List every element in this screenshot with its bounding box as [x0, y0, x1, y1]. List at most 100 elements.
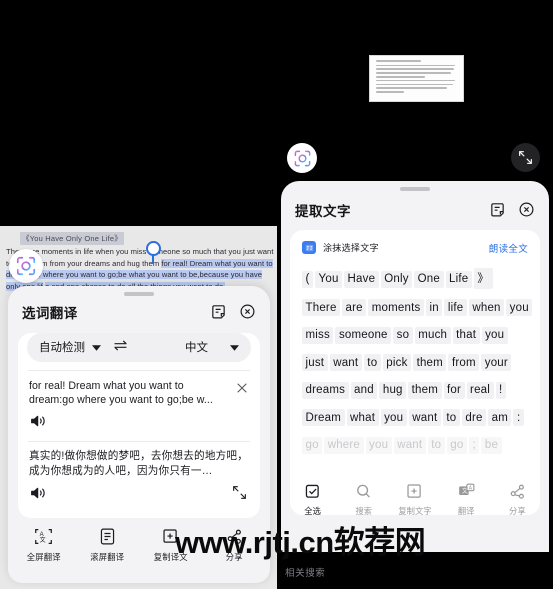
speaker-icon-source[interactable]	[30, 414, 249, 433]
ocr-line: Dream what you want to dre am:	[302, 408, 528, 426]
read-all-button[interactable]: 朗读全文	[489, 241, 528, 255]
ocr-word[interactable]: you	[380, 409, 407, 426]
ocr-word[interactable]: Dream	[302, 409, 345, 426]
edit-note-icon[interactable]	[210, 303, 227, 320]
ocr-word[interactable]: be	[481, 436, 502, 454]
expand-diagonal-icon[interactable]	[232, 485, 247, 505]
ocr-word[interactable]: :	[513, 409, 524, 426]
chevron-down-icon[interactable]	[92, 338, 101, 356]
smear-select-icon[interactable]	[302, 241, 316, 254]
tool-label: 全选	[304, 506, 321, 516]
ocr-word[interactable]: much	[414, 326, 451, 344]
tool-label: 翻译	[457, 506, 475, 516]
ocr-word[interactable]: that	[452, 326, 480, 344]
ocr-word[interactable]: Life	[445, 270, 472, 288]
svg-text:A: A	[40, 532, 45, 538]
ocr-word[interactable]: them	[413, 354, 447, 371]
edit-note-icon-right[interactable]	[489, 201, 506, 218]
ocr-word[interactable]: just	[302, 354, 328, 371]
related-search-label[interactable]: 相关搜索	[285, 565, 325, 579]
ocr-word[interactable]: pick	[382, 354, 412, 371]
tool-label: 搜索	[355, 506, 373, 516]
ocr-word[interactable]: your	[481, 354, 512, 371]
right-panel: 提取文字 涂抹选择文字 朗读全文 (You Have Only One Lif…	[277, 0, 553, 589]
ocr-word[interactable]: and	[350, 381, 378, 399]
ocr-word[interactable]: One	[414, 270, 444, 288]
extract-text-sheet: 提取文字 涂抹选择文字 朗读全文 (You Have Only One Lif…	[281, 181, 549, 552]
ocr-word[interactable]: There	[302, 299, 341, 316]
ocr-word[interactable]: ;	[468, 436, 480, 454]
ocr-word[interactable]: someone	[335, 326, 392, 344]
ocr-word[interactable]: moments	[368, 299, 424, 316]
close-circle-icon[interactable]	[239, 303, 256, 320]
ocr-word[interactable]: am	[488, 409, 512, 426]
ocr-word[interactable]: (	[302, 270, 314, 288]
lens-scan-icon-right[interactable]	[287, 143, 317, 173]
ocr-word[interactable]: miss	[302, 326, 334, 344]
ocr-word[interactable]: want	[408, 409, 441, 426]
swap-languages-icon[interactable]	[113, 338, 128, 356]
source-text-block: for real! Dream what you want to dream:g…	[18, 371, 260, 433]
ocr-line: miss someone so much that you	[302, 325, 528, 344]
target-language-value[interactable]: 中文	[185, 339, 208, 355]
extract-tools-bar: 全选 搜索 复制文字 文 A 翻译 分享	[281, 482, 549, 517]
ocr-word[interactable]: dre	[461, 409, 487, 426]
ocr-word[interactable]: to	[427, 436, 445, 454]
ocr-word[interactable]: them	[408, 381, 442, 399]
ocr-word[interactable]: You	[315, 270, 343, 288]
document-preview-thumbnail[interactable]	[369, 55, 464, 102]
ocr-word[interactable]: want	[329, 354, 362, 371]
ocr-word[interactable]: Have	[344, 270, 379, 288]
ocr-word[interactable]: to	[363, 354, 381, 371]
ocr-word[interactable]: you	[481, 326, 508, 344]
ocr-word[interactable]: to	[442, 409, 460, 426]
ocr-word[interactable]: life	[444, 299, 467, 316]
screen-root: 《You Have Only One Life》 There are momen…	[0, 0, 553, 589]
sheet-header: 选词翻译	[8, 296, 270, 322]
ocr-word[interactable]: in	[425, 299, 443, 316]
ocr-word[interactable]: want	[393, 436, 426, 454]
speaker-icon-translation[interactable]	[30, 486, 47, 505]
ocr-word[interactable]: hug	[379, 381, 407, 399]
expand-fullscreen-icon[interactable]	[511, 143, 540, 172]
ocr-word[interactable]: when	[468, 299, 505, 316]
ocr-word[interactable]: dreams	[302, 381, 349, 399]
tool-label: 复制文字	[398, 506, 432, 516]
ocr-word[interactable]: from	[448, 354, 480, 371]
tool-scroll-translate[interactable]: 滚屏翻译	[78, 527, 136, 563]
close-circle-icon-right[interactable]	[518, 201, 535, 218]
ocr-word[interactable]: what	[346, 409, 379, 426]
ocr-word[interactable]: where	[324, 436, 364, 454]
ocr-word[interactable]: for	[443, 381, 465, 399]
document-line-1: There are moments in life when you miss …	[6, 247, 274, 256]
ocr-word[interactable]: you	[365, 436, 392, 454]
translated-text[interactable]: 真实的!做你想做的梦吧，去你想去的地方吧，成为你想成为的人吧，因为你只有一…	[29, 449, 249, 479]
smear-select-row: 涂抹选择文字 朗读全文	[290, 230, 540, 255]
ocr-text-region[interactable]: (You Have Only One Life 》 There are moments in lif…	[290, 255, 540, 454]
ocr-word[interactable]: !	[495, 381, 506, 399]
tool-translate[interactable]: 文 A 翻译	[442, 482, 490, 517]
extracted-text-card: 涂抹选择文字 朗读全文 (You Have Only One Life 》 There are…	[290, 229, 540, 515]
source-language-value[interactable]: 自动检测	[39, 339, 85, 355]
ocr-word[interactable]: are	[342, 299, 367, 316]
ocr-line: (You Have Only One Life 》	[302, 267, 528, 289]
tool-fullscreen-translate[interactable]: A 文 全屏翻译	[15, 527, 73, 563]
ocr-word[interactable]: 》	[473, 267, 493, 289]
ocr-word[interactable]: Only	[380, 270, 413, 288]
ocr-word[interactable]: you	[506, 299, 533, 316]
tool-copy-text[interactable]: 复制文字	[391, 482, 439, 517]
tool-search[interactable]: 搜索	[340, 482, 388, 517]
ocr-word[interactable]: go	[302, 436, 323, 454]
ocr-word[interactable]: go	[446, 436, 467, 454]
tool-select-all[interactable]: 全选	[289, 482, 337, 517]
lens-scan-icon[interactable]	[9, 249, 43, 283]
chevron-down-icon-target[interactable]	[230, 338, 239, 356]
selection-handle[interactable]	[146, 241, 161, 256]
sheet-title: 选词翻译	[22, 305, 78, 321]
ocr-word[interactable]: real	[466, 381, 494, 399]
source-text[interactable]: for real! Dream what you want to dream:g…	[29, 379, 229, 407]
ocr-word[interactable]: so	[393, 326, 413, 344]
svg-text:文: 文	[40, 536, 46, 544]
tool-share-right[interactable]: 分享	[493, 482, 541, 517]
clear-x-icon[interactable]	[236, 381, 248, 399]
